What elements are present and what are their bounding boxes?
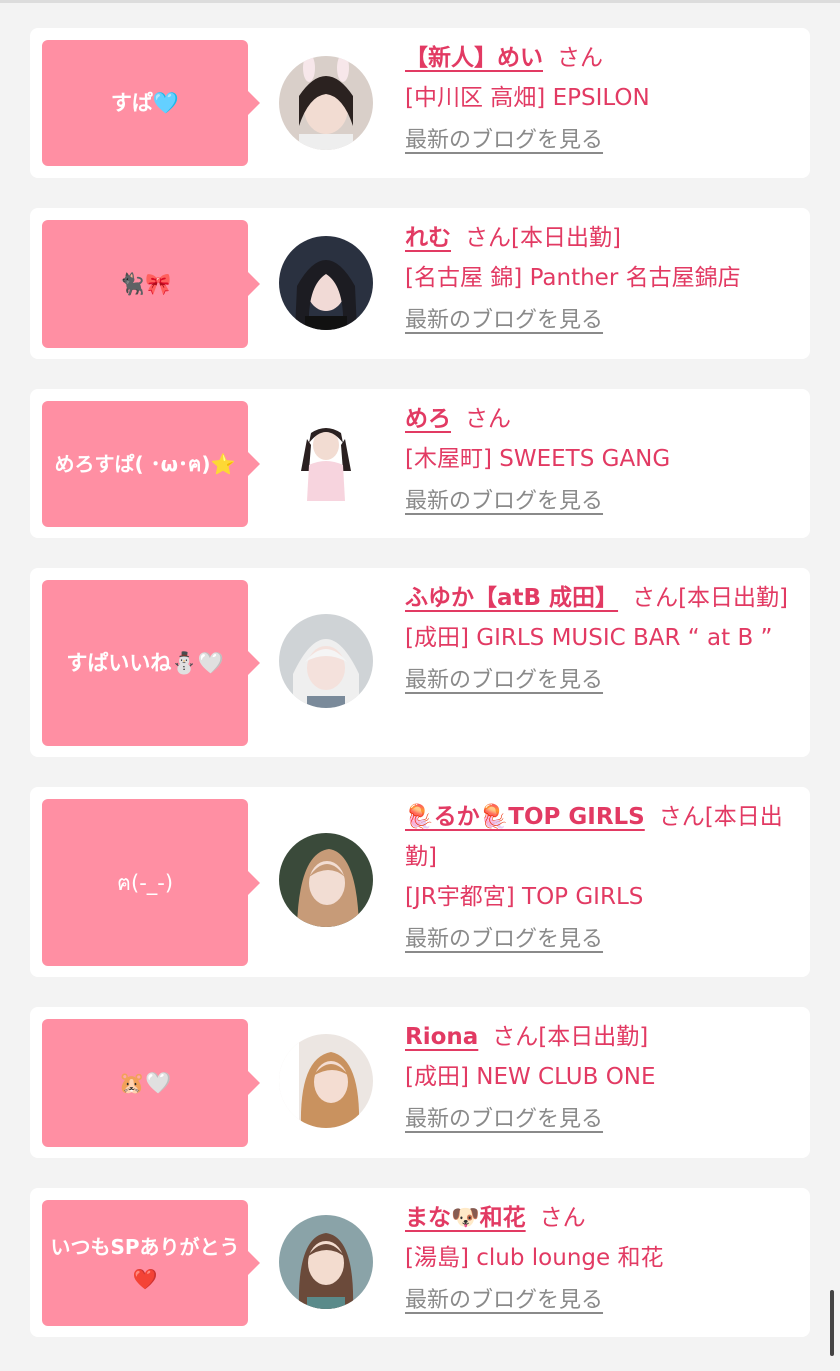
shop-name: [成田] GIRLS MUSIC BAR “ at B ”	[405, 625, 773, 651]
shop-name: [中川区 高畑] EPSILON	[405, 85, 650, 111]
avatar[interactable]	[279, 236, 373, 330]
girl-name-link[interactable]: Riona	[405, 1024, 478, 1050]
latest-blog-link[interactable]: 最新のブログを見る	[405, 304, 603, 338]
status-badge: [本日出勤]	[511, 225, 621, 251]
girl-name-link[interactable]: 【新人】めい	[405, 45, 543, 71]
shop-name: [湯島] club lounge 和花	[405, 1245, 664, 1271]
avatar[interactable]	[279, 56, 373, 150]
list-item: いつもSPありがとう❤️ まな🐶和花 さん [湯島] club lounge 和花…	[30, 1188, 810, 1337]
blog-reaction-list: すぱ🩵 【新人】めい さん [中川区 高畑] EPSILON 最新のブログを見る …	[30, 28, 810, 1367]
honorific: さん	[465, 406, 511, 432]
list-item: めろすぱ( ･ω･ฅ)⭐️ めろ さん [木屋町] SWEETS GANG 最新の…	[30, 389, 810, 538]
latest-blog-link[interactable]: 最新のブログを見る	[405, 1103, 603, 1137]
card-info: まな🐶和花 さん [湯島] club lounge 和花 最新のブログを見る	[405, 1198, 795, 1318]
latest-blog-link[interactable]: 最新のブログを見る	[405, 664, 603, 698]
list-item: すぱ🩵 【新人】めい さん [中川区 高畑] EPSILON 最新のブログを見る	[30, 28, 810, 178]
list-item: 🐈‍⬛🎀 れむ さん[本日出勤] [名古屋 錦] Panther 名古屋錦店 最新…	[30, 208, 810, 359]
reaction-bubble: ฅ(-_-)	[42, 799, 260, 966]
status-badge: [本日出勤]	[678, 585, 789, 611]
reaction-bubble: 🐹🤍	[42, 1019, 260, 1147]
latest-blog-link[interactable]: 最新のブログを見る	[405, 124, 603, 158]
avatar[interactable]	[279, 614, 373, 708]
shop-name: [名古屋 錦] Panther 名古屋錦店	[405, 265, 741, 291]
shop-name: [成田] NEW CLUB ONE	[405, 1064, 656, 1090]
girl-name-link[interactable]: ふゆか【atB 成田】	[405, 585, 618, 611]
card-info: 🪼るか🪼TOP GIRLS さん[本日出勤] [JR宇都宮] TOP GIRLS …	[405, 797, 795, 957]
girl-name-link[interactable]: 🪼るか🪼TOP GIRLS	[405, 804, 645, 830]
girl-name-link[interactable]: れむ	[405, 225, 451, 251]
avatar[interactable]	[279, 833, 373, 927]
latest-blog-link[interactable]: 最新のブログを見る	[405, 485, 603, 519]
reaction-bubble: めろすぱ( ･ω･ฅ)⭐️	[42, 401, 260, 527]
list-item: すぱいいね⛄️🤍 ふゆか【atB 成田】 さん[本日出勤] [成田] GIRLS …	[30, 568, 810, 757]
honorific: さん	[465, 225, 511, 251]
girl-name-link[interactable]: まな🐶和花	[405, 1205, 526, 1231]
latest-blog-link[interactable]: 最新のブログを見る	[405, 923, 603, 957]
reaction-bubble: すぱいいね⛄️🤍	[42, 580, 260, 746]
scrollbar[interactable]	[830, 1290, 834, 1356]
card-info: めろ さん [木屋町] SWEETS GANG 最新のブログを見る	[405, 399, 795, 519]
shop-name: [木屋町] SWEETS GANG	[405, 446, 671, 472]
card-info: Riona さん[本日出勤] [成田] NEW CLUB ONE 最新のブログを見…	[405, 1017, 795, 1137]
honorific: さん	[492, 1024, 539, 1050]
status-badge: [本日出勤]	[538, 1024, 649, 1050]
top-divider	[0, 0, 840, 3]
avatar[interactable]	[279, 1034, 373, 1128]
girl-name-link[interactable]: めろ	[405, 406, 451, 432]
honorific: さん	[539, 1205, 586, 1231]
card-info: 【新人】めい さん [中川区 高畑] EPSILON 最新のブログを見る	[405, 38, 795, 158]
avatar[interactable]	[279, 415, 373, 509]
honorific: さん	[557, 45, 603, 71]
honorific: さん	[632, 585, 679, 611]
honorific: さん	[658, 804, 705, 830]
reaction-bubble: いつもSPありがとう❤️	[42, 1200, 260, 1326]
list-item: ฅ(-_-) 🪼るか🪼TOP GIRLS さん[本日出勤] [JR宇都宮] TOP…	[30, 787, 810, 977]
avatar[interactable]	[279, 1215, 373, 1309]
card-info: れむ さん[本日出勤] [名古屋 錦] Panther 名古屋錦店 最新のブログを…	[405, 218, 795, 338]
card-info: ふゆか【atB 成田】 さん[本日出勤] [成田] GIRLS MUSIC BAR…	[405, 578, 795, 698]
latest-blog-link[interactable]: 最新のブログを見る	[405, 1284, 603, 1318]
list-item: 🐹🤍 Riona さん[本日出勤] [成田] NEW CLUB ONE 最新のブロ…	[30, 1007, 810, 1158]
shop-name: [JR宇都宮] TOP GIRLS	[405, 884, 644, 910]
reaction-bubble: 🐈‍⬛🎀	[42, 220, 260, 348]
reaction-bubble: すぱ🩵	[42, 40, 260, 166]
